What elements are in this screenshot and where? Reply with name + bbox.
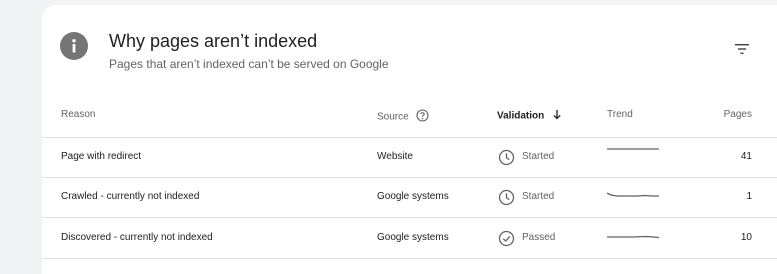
- pages-count: 10: [740, 232, 752, 243]
- info-icon: [60, 32, 88, 60]
- column-header-trend: Trend: [607, 109, 633, 120]
- pages-count: 1: [746, 191, 752, 202]
- reason-cell: Crawled - currently not indexed: [61, 191, 200, 202]
- trend-sparkline: [607, 235, 660, 239]
- validation-status: Started: [498, 137, 554, 177]
- validation-status: Started: [498, 177, 554, 217]
- source-cell: Google systems: [377, 191, 449, 202]
- trend-sparkline: [607, 192, 659, 197]
- card-title: Why pages aren’t indexed: [109, 31, 318, 51]
- clock-icon: [498, 189, 515, 205]
- check-circle-icon: [498, 230, 515, 246]
- not-indexed-card: Why pages aren’t indexed Pages that aren…: [42, 5, 777, 274]
- filter-icon[interactable]: [733, 41, 751, 57]
- source-cell: Google systems: [377, 232, 449, 243]
- column-header-source[interactable]: Source: [377, 109, 430, 125]
- table-row[interactable]: Discovered - currently not indexed Googl…: [42, 218, 777, 258]
- pages-count: 41: [740, 151, 752, 162]
- reason-cell: Discovered - currently not indexed: [61, 232, 213, 243]
- column-header-pages[interactable]: Pages: [703, 109, 752, 120]
- table-row[interactable]: Page with redirect Website Started 41: [42, 137, 777, 177]
- reason-cell: Page with redirect: [61, 151, 142, 162]
- source-cell: Website: [377, 151, 413, 162]
- arrow-down-icon: [552, 109, 562, 123]
- column-header-reason[interactable]: Reason: [61, 109, 95, 120]
- table-row[interactable]: Crawled - currently not indexed Google s…: [42, 177, 777, 217]
- validation-status: Passed: [498, 218, 555, 258]
- clock-icon: [498, 149, 515, 165]
- trend-sparkline: [607, 148, 659, 150]
- row-divider: [42, 258, 777, 259]
- column-header-validation[interactable]: Validation: [497, 109, 562, 123]
- help-icon[interactable]: [416, 109, 430, 125]
- card-subtitle: Pages that aren’t indexed can’t be serve…: [109, 57, 389, 71]
